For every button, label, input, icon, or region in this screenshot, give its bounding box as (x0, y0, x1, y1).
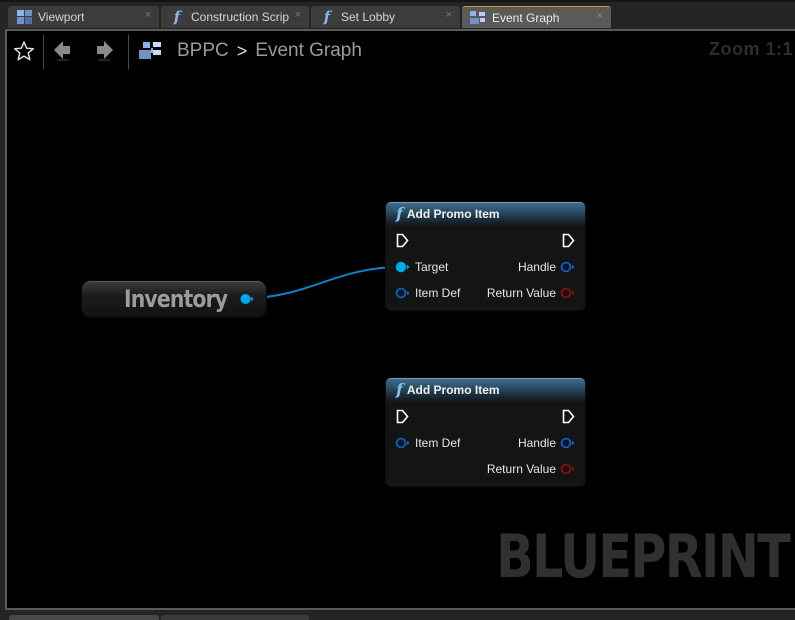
bool-pin-icon[interactable] (560, 287, 575, 299)
output-pin-handle[interactable]: Handle (518, 258, 575, 276)
node-header[interactable]: f Add Promo Item (386, 202, 585, 225)
input-pin-item-def[interactable]: Item Def (395, 434, 460, 452)
favorite-button[interactable] (12, 39, 36, 63)
tab-set-lobby[interactable]: f Set Lobby × (311, 6, 460, 28)
object-pin-icon[interactable] (395, 437, 410, 449)
function-node-add-promo-item[interactable]: f Add Promo Item Target Item Def Handle (386, 202, 585, 310)
graph-panel: Inventory f Add Promo Item Target Item D… (5, 29, 795, 610)
wire-inventory-to-target[interactable] (246, 266, 401, 299)
event-graph-icon (470, 10, 486, 26)
output-pin-return-value[interactable]: Return Value (487, 284, 575, 302)
function-icon: f (169, 9, 185, 25)
close-icon[interactable]: × (145, 9, 151, 21)
tab-label: Viewport (38, 10, 85, 24)
tab-label: Set Lobby (341, 10, 396, 24)
blueprint-editor: Viewport × f Construction Scrip × f Set … (0, 0, 795, 620)
graph-canvas[interactable]: Inventory f Add Promo Item Target Item D… (7, 31, 795, 608)
bottom-tab[interactable] (9, 615, 159, 620)
function-glyph: f (173, 7, 181, 26)
pin-label: Return Value (486, 462, 556, 476)
object-pin-connected-icon[interactable] (395, 261, 410, 273)
graph-toolbar: BPPC > Event Graph Zoom 1:1 (7, 31, 795, 71)
tab-bar-top-border (0, 0, 795, 2)
function-icon: f (319, 9, 335, 25)
struct-pin-icon[interactable] (560, 437, 575, 449)
pin-label: Handle (517, 260, 556, 274)
close-icon[interactable]: × (295, 9, 301, 21)
pin-label: Handle (517, 436, 556, 450)
viewport-icon (16, 9, 32, 25)
function-icon: f (396, 380, 403, 399)
input-pin-target[interactable]: Target (395, 258, 448, 276)
bottom-tab[interactable] (161, 615, 309, 620)
input-pin-item-def[interactable]: Item Def (395, 284, 460, 302)
node-header[interactable]: f Add Promo Item (386, 378, 585, 401)
pin-label: Item Def (415, 436, 461, 450)
toolbar-separator (128, 35, 129, 69)
node-title: Add Promo Item (406, 383, 500, 397)
close-icon[interactable]: × (597, 10, 603, 22)
event-graph-icon (139, 42, 161, 59)
forward-arrow-icon (97, 41, 113, 62)
tab-viewport[interactable]: Viewport × (8, 6, 159, 28)
tab-label: Construction Scrip (191, 10, 290, 24)
exec-output-pin[interactable] (562, 409, 575, 424)
star-icon (14, 41, 34, 61)
function-icon: f (396, 204, 403, 223)
output-pin-return-value[interactable]: Return Value (487, 460, 575, 478)
object-output-pin[interactable] (240, 293, 254, 305)
struct-pin-icon[interactable] (560, 261, 575, 273)
exec-output-pin[interactable] (562, 233, 575, 248)
pin-label: Item Def (415, 286, 461, 300)
pin-label: Return Value (486, 286, 556, 300)
bool-pin-icon[interactable] (560, 463, 575, 475)
output-pin-handle[interactable]: Handle (518, 434, 575, 452)
pin-label: Target (415, 260, 449, 274)
toolbar-separator (43, 35, 44, 69)
close-icon[interactable]: × (446, 9, 452, 21)
variable-label: Inventory (124, 285, 228, 313)
zoom-level-label: Zoom 1:1 (708, 39, 793, 59)
breadcrumb: BPPC > Event Graph (139, 38, 362, 64)
chevron-right-icon: > (236, 40, 248, 61)
document-tab-bar: Viewport × f Construction Scrip × f Set … (0, 0, 795, 30)
breadcrumb-item-event-graph[interactable]: Event Graph (255, 40, 362, 62)
forward-button[interactable] (92, 39, 116, 63)
tab-event-graph[interactable]: Event Graph × (462, 6, 611, 28)
variable-node-inventory[interactable]: Inventory (82, 281, 266, 317)
blueprint-watermark: BLUEPRINT (496, 522, 791, 592)
exec-input-pin[interactable] (396, 233, 409, 248)
function-node-add-promo-item[interactable]: f Add Promo Item Item Def Handle Return … (386, 378, 585, 486)
object-pin-icon[interactable] (395, 287, 410, 299)
back-button[interactable] (51, 39, 75, 63)
exec-input-pin[interactable] (396, 409, 409, 424)
node-title: Add Promo Item (406, 207, 500, 221)
tab-label: Event Graph (492, 10, 560, 25)
back-arrow-icon (54, 41, 70, 62)
bottom-tab-bar (0, 610, 795, 620)
tab-construction-script[interactable]: f Construction Scrip × (161, 6, 309, 28)
function-glyph: f (323, 7, 331, 26)
breadcrumb-item-bppc[interactable]: BPPC (177, 40, 229, 62)
